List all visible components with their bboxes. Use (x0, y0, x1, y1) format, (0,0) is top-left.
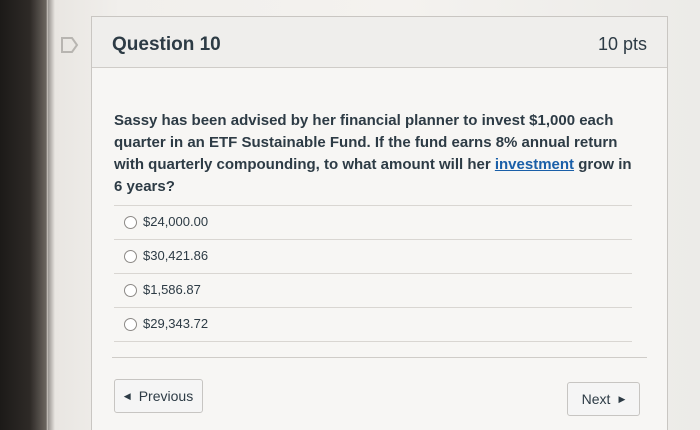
question-card: Question 10 10 pts Sassy has been advise… (91, 16, 668, 430)
answer-label[interactable]: $1,586.87 (143, 282, 201, 297)
question-title: Question 10 (112, 34, 221, 55)
previous-button[interactable]: ◀ Previous (114, 379, 203, 413)
next-label: Next (581, 391, 611, 407)
question-header: Question 10 10 pts (92, 17, 667, 68)
triangle-right-icon: ▶ (618, 393, 626, 404)
radio-button[interactable] (124, 284, 137, 297)
answer-option[interactable]: $29,343.72 (114, 307, 632, 342)
footer-divider (112, 357, 647, 358)
answer-label[interactable]: $24,000.00 (143, 214, 208, 229)
answer-option[interactable]: $30,421.86 (114, 239, 632, 273)
radio-button[interactable] (124, 216, 137, 229)
radio-button[interactable] (124, 250, 137, 263)
answer-label[interactable]: $30,421.86 (143, 248, 208, 263)
question-text: Sassy has been advised by her financial … (114, 110, 639, 198)
answer-label[interactable]: $29,343.72 (143, 316, 208, 331)
question-points: 10 pts (597, 34, 647, 54)
triangle-left-icon: ◀ (123, 390, 131, 401)
monitor-bezel (0, 0, 48, 430)
next-button[interactable]: Next ▶ (567, 382, 640, 416)
previous-label: Previous (138, 388, 194, 404)
radio-button[interactable] (124, 318, 137, 331)
investment-link[interactable]: investment (495, 156, 574, 173)
flag-icon[interactable] (58, 34, 80, 56)
answer-option[interactable]: $24,000.00 (114, 205, 632, 239)
answer-option[interactable]: $1,586.87 (114, 273, 632, 307)
answer-list: $24,000.00 $30,421.86 $1,586.87 $29,343.… (114, 205, 632, 342)
